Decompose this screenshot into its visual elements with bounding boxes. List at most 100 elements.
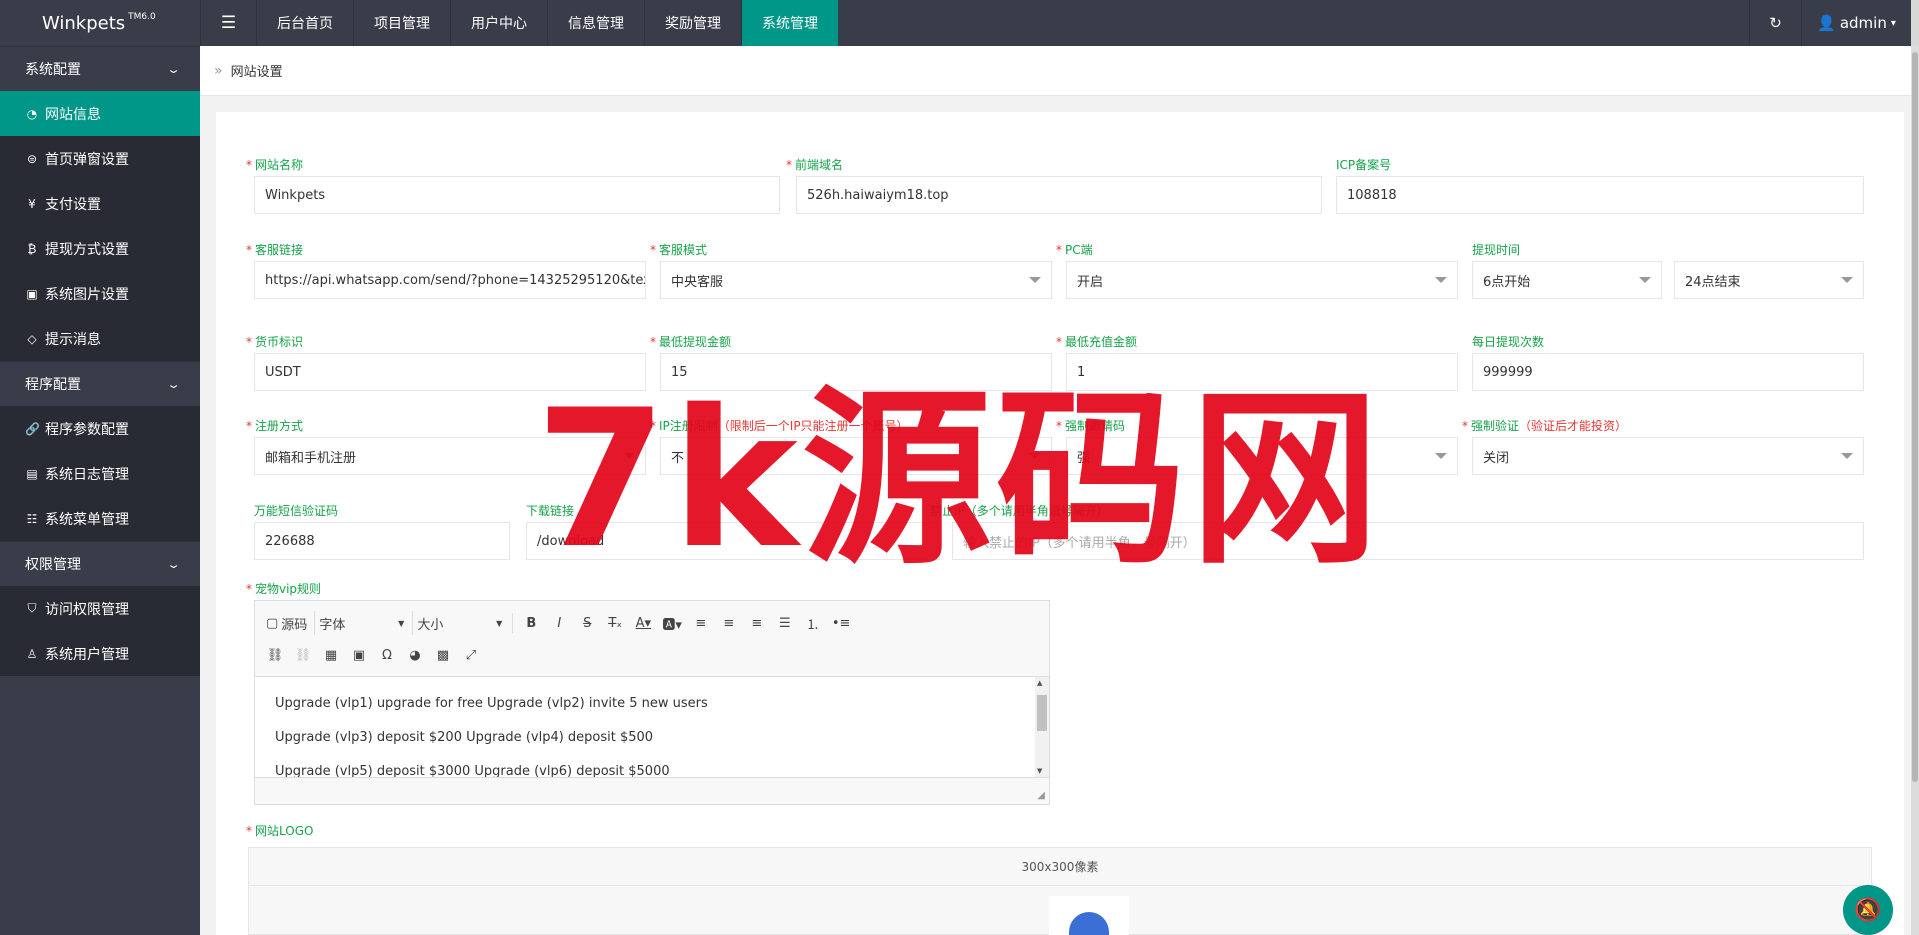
sidebar-group-system-config[interactable]: 系统配置 ⌄ [0,46,200,91]
caret-down-icon [1639,277,1651,283]
yen-icon: ¥ [28,196,36,211]
sidebar-group-program-config[interactable]: 程序配置 ⌄ [0,361,200,406]
source-code-button[interactable]: ▢ 源码 [263,611,310,635]
front-domain-input[interactable]: 526h.haiwaiym18.top [796,176,1322,214]
force-verify-select[interactable]: 关闭 [1472,437,1864,475]
site-logo-label: * 网站LOGO [246,824,314,838]
italic-icon[interactable]: I [547,611,571,635]
editor-content[interactable]: Upgrade (vlp1) upgrade for free Upgrade … [255,677,1049,777]
source-label: 源码 [281,617,308,633]
bell-off-icon: 🔕 [1854,897,1882,923]
sidebar-item-site-info[interactable]: ◔ 网站信息 [0,91,200,136]
service-link-label: * 客服链接 [246,243,304,257]
daily-withdraw-input[interactable]: 999999 [1472,353,1864,391]
background-color-icon[interactable]: 🅰▾ [659,611,685,635]
withdraw-end-select[interactable]: 24点结束 [1674,261,1864,299]
refresh-icon[interactable]: ↻ [1749,0,1801,46]
site-name-input[interactable]: Winkpets [254,176,780,214]
sidebar-item-sysusers[interactable]: ♙ 系统用户管理 [0,631,200,676]
nav-item-projects[interactable]: 项目管理 [353,0,450,46]
unlink-icon[interactable]: ⛓ [291,643,315,667]
align-center-icon[interactable]: ≡ [717,611,741,635]
sidebar-group-label: 权限管理 [25,557,81,573]
chevron-down-icon: ⌄ [166,377,181,391]
clear-format-icon[interactable]: T̶ₓ [603,611,627,635]
editor-scrollbar[interactable]: ▲ ▼ [1035,677,1049,777]
sidebar-item-label: 提现方式设置 [45,241,129,258]
sidebar-item-withdraw[interactable]: ₿ 提现方式设置 [0,226,200,271]
page-scrollbar[interactable] [1911,46,1919,935]
font-family-select[interactable]: 字体 ▼ [314,611,408,635]
logo-upload[interactable]: 300x300像素 [248,847,1872,935]
register-mode-value: 邮箱和手机注册 [265,450,357,466]
user-name: admin [1839,14,1887,32]
font-size-select[interactable]: 大小 ▼ [412,611,506,635]
service-link-input[interactable]: https://api.whatsapp.com/send/?phone=143… [254,261,646,299]
image-icon[interactable]: ▣ [347,643,371,667]
text-color-icon[interactable]: A▾ [631,611,655,635]
withdraw-start-select[interactable]: 6点开始 [1472,261,1662,299]
fullscreen-icon[interactable]: ⤢ [459,643,483,667]
toolbar-divider [512,613,514,633]
qrcode-icon[interactable]: ▩ [431,643,455,667]
sidebar-item-access[interactable]: ⛉ 访问权限管理 [0,586,200,631]
sidebar-item-logs[interactable]: ▤ 系统日志管理 [0,451,200,496]
sms-code-input[interactable]: 226688 [254,522,510,560]
register-mode-label: * 注册方式 [246,419,304,433]
sidebar-item-label: 支付设置 [45,196,101,213]
top-scroll-gutter [1911,0,1919,46]
sidebar-item-messages[interactable]: ◇ 提示消息 [0,316,200,361]
user-icon: 👤 [1817,14,1836,32]
icp-input[interactable]: 108818 [1336,176,1864,214]
sidebar-item-label: 访问权限管理 [45,601,129,618]
nav-item-home[interactable]: 后台首页 [256,0,353,46]
sidebar-item-payment[interactable]: ¥ 支付设置 [0,181,200,226]
align-left-icon[interactable]: ≡ [689,611,713,635]
nav-item-system[interactable]: 系统管理 [741,0,838,46]
menu-toggle-icon[interactable]: ☰ [200,0,256,46]
sidebar-item-images[interactable]: ▣ 系统图片设置 [0,271,200,316]
sidebar-group-permissions[interactable]: 权限管理 ⌄ [0,541,200,586]
caret-down-icon [1841,453,1853,459]
scroll-down-icon[interactable]: ▼ [1037,767,1042,775]
sidebar-group-label: 程序配置 [25,377,81,393]
floating-action-button[interactable]: 🔕 [1843,885,1893,935]
app-version: TM6.0 [128,12,156,22]
user-menu[interactable]: 👤 admin ▾ [1801,0,1911,46]
withdraw-start-value: 6点开始 [1483,274,1531,290]
nav-item-users[interactable]: 用户中心 [450,0,547,46]
link-icon[interactable]: ⛓ [263,643,287,667]
scroll-up-icon[interactable]: ▲ [1037,679,1042,687]
ordered-list-icon[interactable]: ⒈ [801,611,825,635]
emoji-icon[interactable]: ◕ [403,643,427,667]
nav-item-info[interactable]: 信息管理 [547,0,644,46]
sidebar-item-menus[interactable]: ☷ 系统菜单管理 [0,496,200,541]
bold-icon[interactable]: B [519,611,543,635]
nav-item-rewards[interactable]: 奖励管理 [644,0,741,46]
source-icon: ▢ [266,615,279,631]
page-scroll-thumb[interactable] [1912,52,1918,782]
app-logo[interactable]: Winkpets TM6.0 [0,0,200,46]
sidebar-item-label: 网站信息 [45,106,101,123]
sidebar-item-params[interactable]: 🔗 程序参数配置 [0,406,200,451]
service-mode-select[interactable]: 中央客服 [660,261,1052,299]
withdraw-time-label: 提现时间 [1472,243,1521,257]
vip-rule-line: Upgrade (vlp3) deposit $200 Upgrade (vlp… [275,730,654,745]
strikethrough-icon[interactable]: S [575,611,599,635]
unordered-list-icon[interactable]: •≡ [829,611,854,635]
sidebar-item-label: 系统菜单管理 [45,511,129,528]
caret-down-icon: ▼ [496,618,503,628]
tag-icon: ◇ [27,331,37,346]
menu-table-icon: ☷ [26,511,38,526]
align-right-icon[interactable]: ≡ [745,611,769,635]
resize-grip-icon[interactable]: ◢ [1037,790,1045,801]
table-icon[interactable]: ▦ [319,643,343,667]
sidebar-item-label: 系统用户管理 [45,646,129,663]
logo-preview [1049,896,1129,935]
special-char-icon[interactable]: Ω [375,643,399,667]
align-justify-icon[interactable]: ☰ [773,611,797,635]
sidebar-item-popup[interactable]: ⊜ 首页弹窗设置 [0,136,200,181]
user-icon: ♙ [26,646,38,661]
pc-end-select[interactable]: 开启 [1066,261,1458,299]
editor-scroll-thumb[interactable] [1037,695,1047,731]
